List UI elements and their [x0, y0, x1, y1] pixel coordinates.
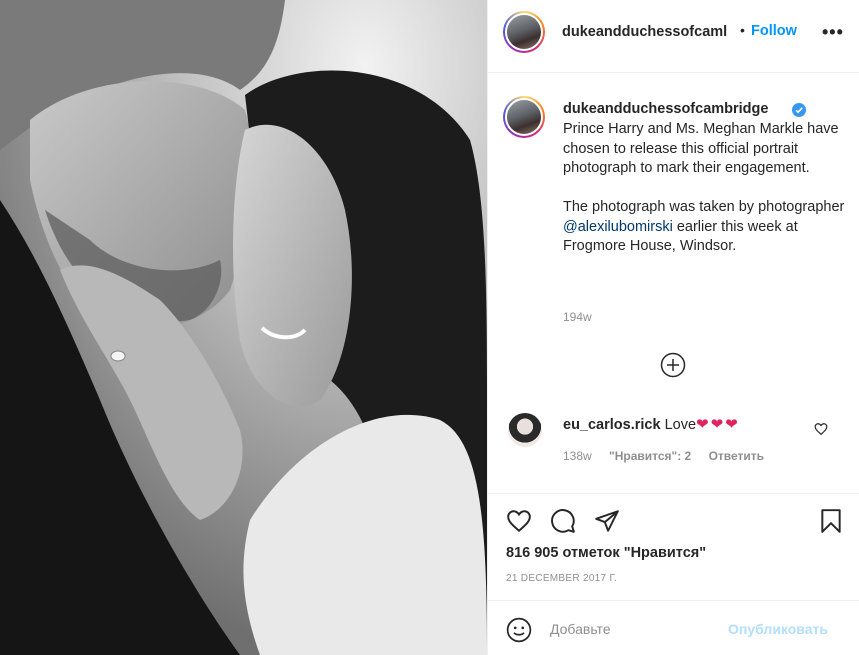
- comment-likes[interactable]: "Нравится": 2: [609, 449, 691, 463]
- share-icon[interactable]: [594, 508, 620, 534]
- caption-avatar[interactable]: [503, 96, 545, 138]
- caption-paragraph-2: The photograph was taken by photographer…: [563, 198, 848, 257]
- reply-button[interactable]: Ответить: [709, 449, 764, 463]
- post-button[interactable]: Опубликовать: [728, 621, 828, 637]
- portrait-image: [0, 0, 487, 655]
- emoji-icon[interactable]: [506, 617, 532, 643]
- post-header: dukeandduchessofcaml • Follow •••: [488, 0, 859, 73]
- verified-badge-icon: [792, 103, 806, 117]
- caption-text: Prince Harry and Ms. Meghan Markle have …: [563, 120, 848, 257]
- mention-link[interactable]: @alexilubomirski: [563, 219, 673, 235]
- comment-hearts: ❤❤❤: [696, 416, 740, 433]
- comment-time[interactable]: 138w: [563, 449, 592, 463]
- add-comment-bar: Опубликовать: [488, 600, 859, 655]
- caption-timestamp[interactable]: 194w: [563, 310, 592, 324]
- plus-circle-icon[interactable]: [660, 352, 686, 378]
- header-avatar[interactable]: [503, 11, 545, 53]
- post-date[interactable]: 21 DECEMBER 2017 Г.: [506, 573, 617, 584]
- caption-paragraph-1: Prince Harry and Ms. Meghan Markle have …: [563, 121, 839, 176]
- comment-avatar[interactable]: [508, 413, 542, 447]
- comment-text: Love: [664, 417, 697, 433]
- follow-button[interactable]: Follow: [751, 23, 797, 39]
- more-icon[interactable]: •••: [822, 22, 844, 43]
- comment-input[interactable]: [550, 618, 700, 640]
- post-photo[interactable]: [0, 0, 487, 655]
- comment-meta: 138w "Нравится": 2 Ответить: [563, 449, 778, 463]
- comment-username[interactable]: eu_carlos.rick: [563, 417, 661, 433]
- header-username[interactable]: dukeandduchessofcaml: [562, 24, 738, 40]
- separator-dot: •: [740, 22, 745, 38]
- caption-username[interactable]: dukeandduchessofcambridge: [563, 101, 768, 117]
- caption-p2-pre: The photograph was taken by photographer: [563, 199, 845, 215]
- bookmark-icon[interactable]: [818, 508, 844, 534]
- like-count[interactable]: 816 905 отметок "Нравится": [506, 545, 706, 561]
- comment-line: eu_carlos.rick Love❤❤❤: [563, 415, 740, 433]
- comment-heart-icon[interactable]: [814, 422, 828, 436]
- heart-icon[interactable]: [506, 508, 532, 534]
- comment-icon[interactable]: [550, 508, 576, 534]
- actions-divider: [488, 493, 859, 494]
- post-sidebar: dukeandduchessofcaml • Follow ••• dukean…: [487, 0, 859, 655]
